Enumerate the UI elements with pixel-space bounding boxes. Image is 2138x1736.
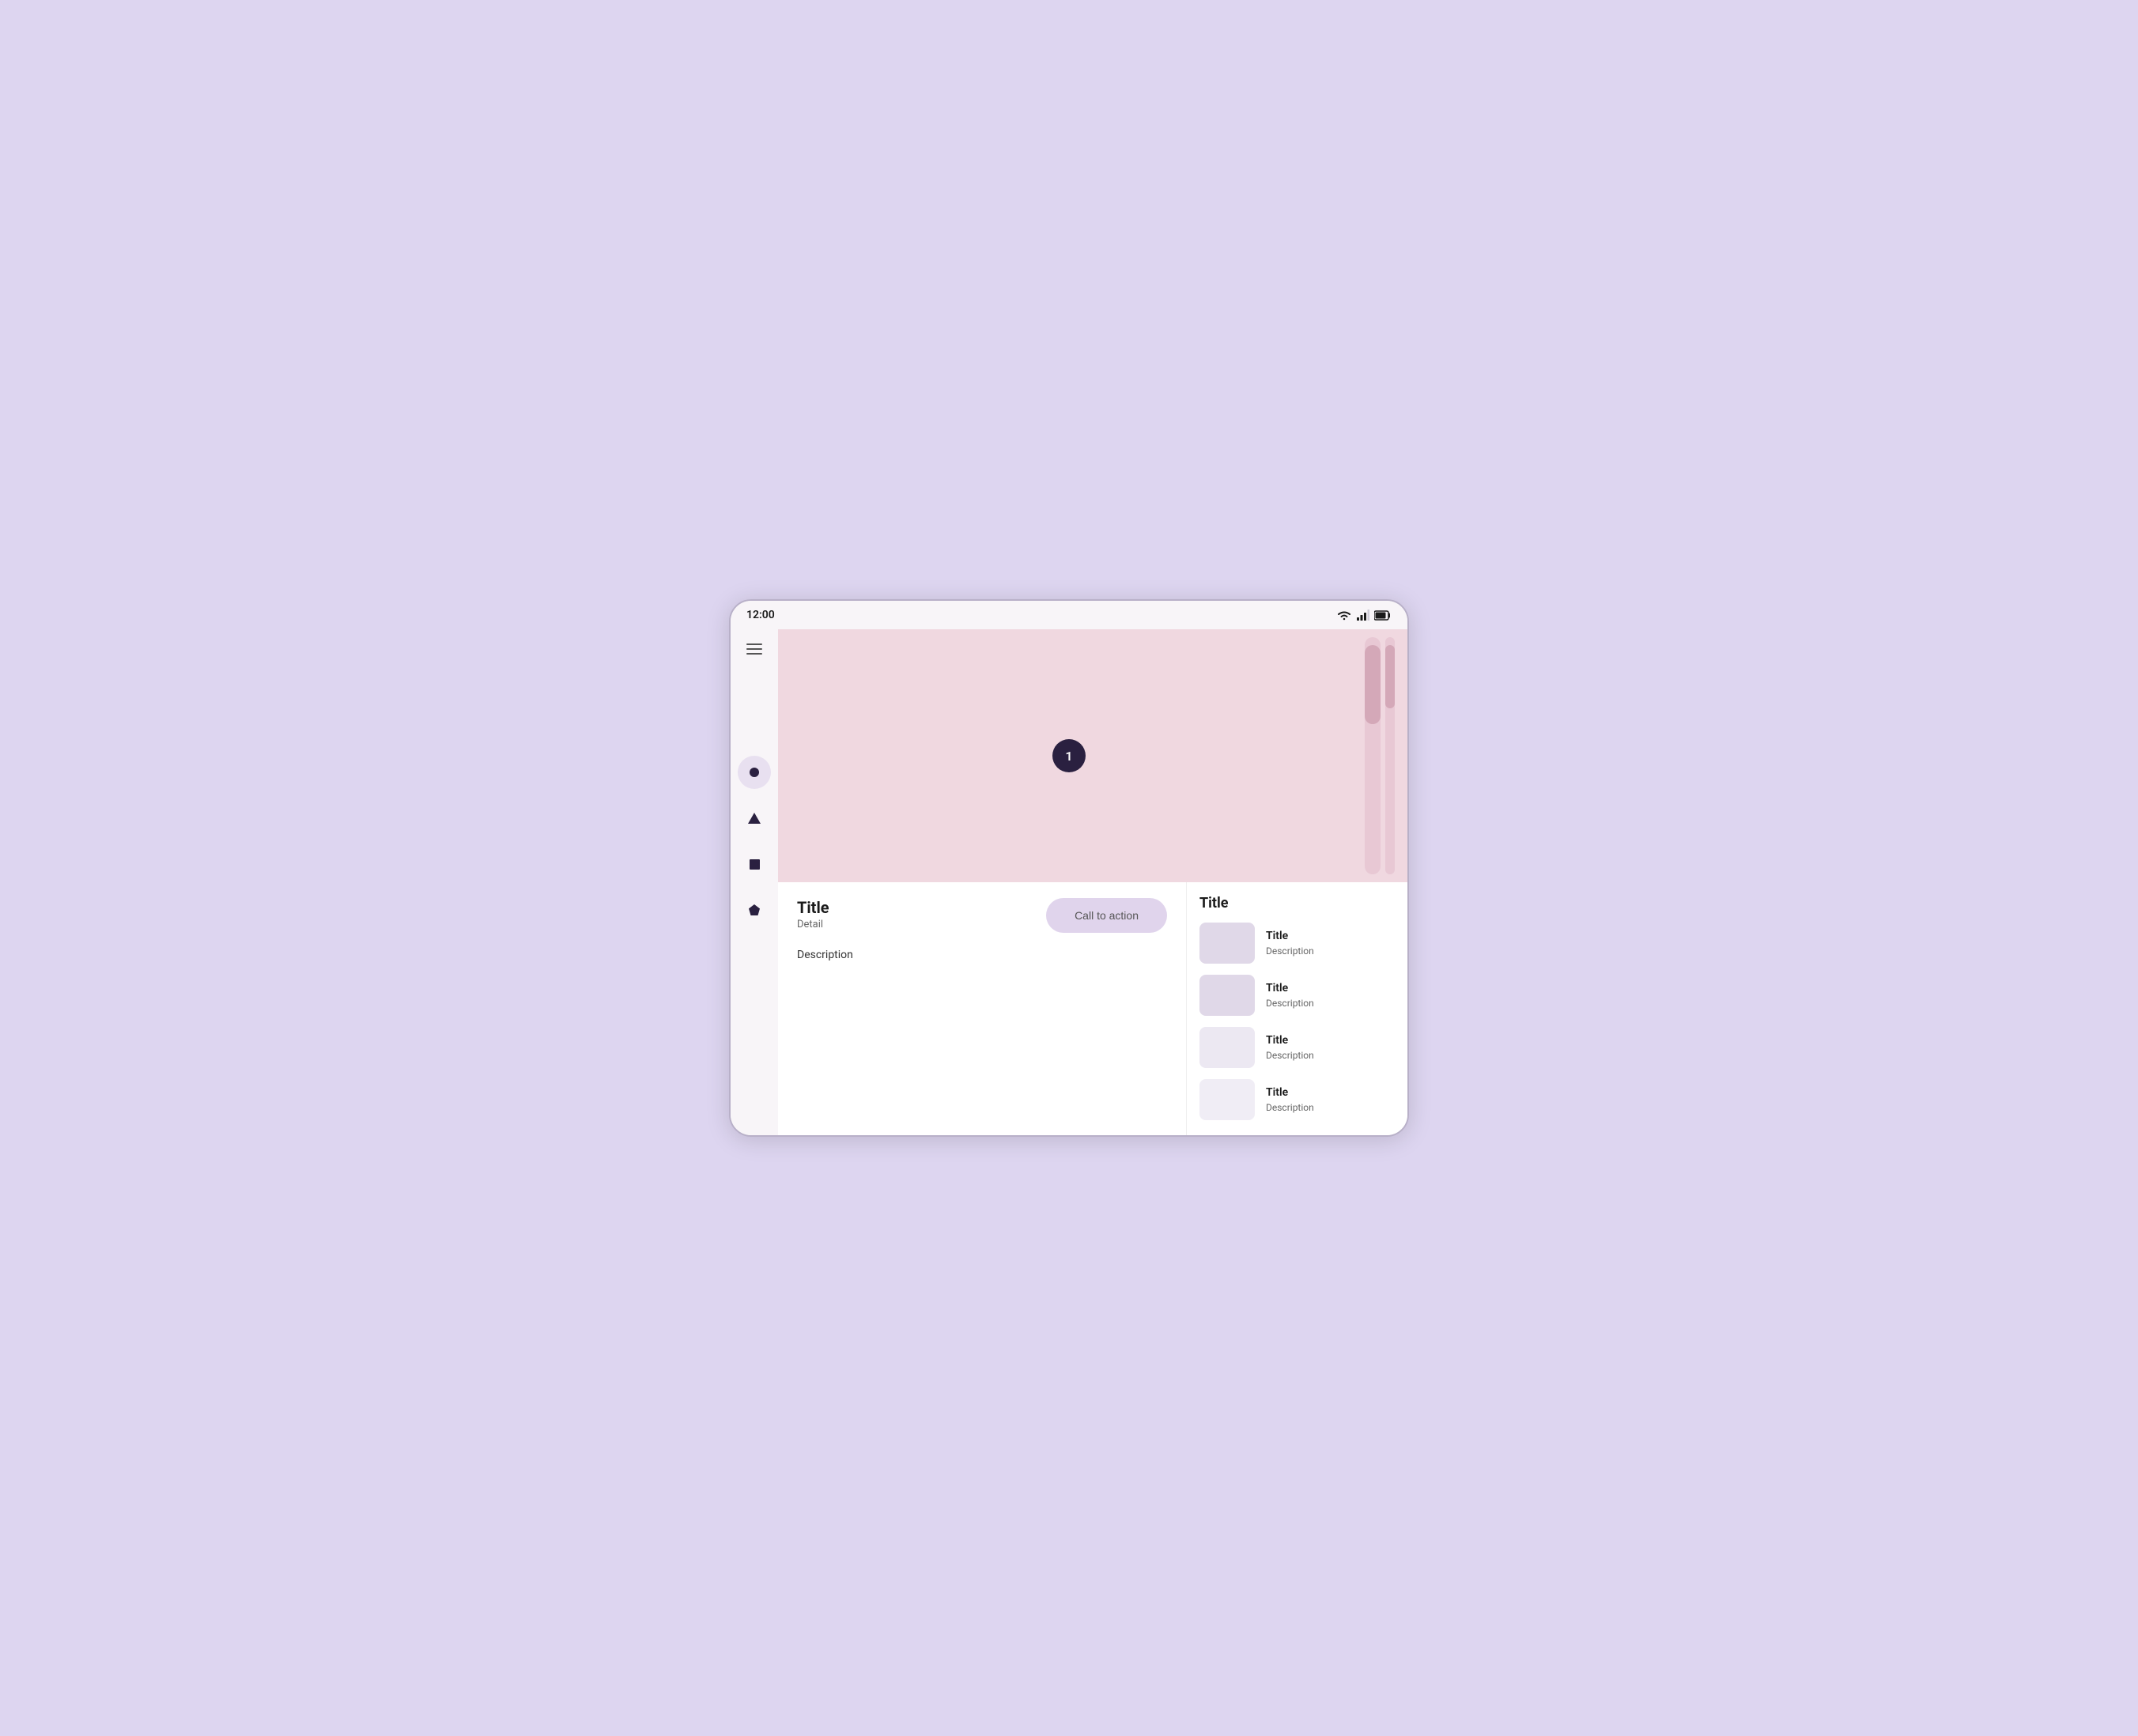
content-area: Title Detail Call to action Description … [778, 882, 1407, 1135]
list-item-thumb-1 [1199, 923, 1255, 964]
main-content: 1 Title Det [731, 629, 1407, 1135]
sidebar-item-pentagon[interactable] [738, 893, 771, 926]
content-title-block: Title Detail [797, 898, 829, 930]
sidebar-list-title: Title [1199, 895, 1395, 911]
scrollbar-thumb-1 [1365, 645, 1381, 724]
list-item-thumb-4 [1199, 1079, 1255, 1120]
list-item: Title Description [1199, 1027, 1395, 1068]
hero-badge: 1 [1052, 739, 1086, 772]
content-header: Title Detail Call to action [797, 898, 1167, 933]
signal-icon [1357, 609, 1369, 621]
list-item: Title Description [1199, 1079, 1395, 1120]
menu-bar-1 [746, 643, 762, 645]
sidebar-item-circle[interactable] [738, 756, 771, 789]
cta-button[interactable]: Call to action [1046, 898, 1167, 933]
hero-area: 1 [778, 629, 1407, 882]
list-item-title-3: Title [1266, 1034, 1314, 1047]
scrollbar-track-1[interactable] [1365, 637, 1381, 874]
list-item-info-3: Title Description [1266, 1034, 1314, 1061]
list-item-info-4: Title Description [1266, 1086, 1314, 1113]
status-time: 12:00 [746, 609, 775, 621]
hero-scrollbar-area [1360, 629, 1407, 882]
list-item-title-1: Title [1266, 930, 1314, 942]
sidebar-nav [738, 756, 771, 926]
list-item-title-4: Title [1266, 1086, 1314, 1099]
menu-bar-3 [746, 653, 762, 655]
list-item: Title Description [1199, 975, 1395, 1016]
list-item-thumb-2 [1199, 975, 1255, 1016]
content-description: Description [797, 949, 1167, 961]
battery-icon [1374, 610, 1392, 621]
list-item-info-1: Title Description [1266, 930, 1314, 957]
triangle-icon [748, 813, 761, 824]
content-title: Title [797, 898, 829, 917]
sidebar [731, 629, 778, 1135]
status-bar: 12:00 [731, 601, 1407, 629]
right-panel: 1 Title Det [778, 629, 1407, 1135]
square-icon [750, 859, 760, 870]
list-item-title-2: Title [1266, 982, 1314, 994]
list-item-desc-3: Description [1266, 1050, 1314, 1061]
list-item: Title Description [1199, 923, 1395, 964]
left-content: Title Detail Call to action Description [778, 882, 1186, 1135]
pentagon-icon [749, 904, 760, 915]
menu-button[interactable] [740, 637, 769, 661]
content-detail: Detail [797, 919, 829, 930]
scrollbar-thumb-2 [1385, 645, 1395, 708]
right-sidebar: Title Title Description Title Descriptio… [1186, 882, 1407, 1135]
sidebar-item-triangle[interactable] [738, 802, 771, 835]
menu-bar-2 [746, 648, 762, 650]
wifi-icon [1336, 609, 1352, 621]
status-icons [1336, 609, 1392, 621]
list-item-info-2: Title Description [1266, 982, 1314, 1009]
list-item-desc-2: Description [1266, 998, 1314, 1009]
list-item-thumb-3 [1199, 1027, 1255, 1068]
circle-icon [750, 768, 759, 777]
list-item-desc-4: Description [1266, 1102, 1314, 1113]
list-item-desc-1: Description [1266, 945, 1314, 957]
device-frame: 12:00 [729, 599, 1409, 1137]
sidebar-item-square[interactable] [738, 847, 771, 881]
scrollbar-track-2[interactable] [1385, 637, 1395, 874]
hero-main: 1 [778, 629, 1360, 882]
